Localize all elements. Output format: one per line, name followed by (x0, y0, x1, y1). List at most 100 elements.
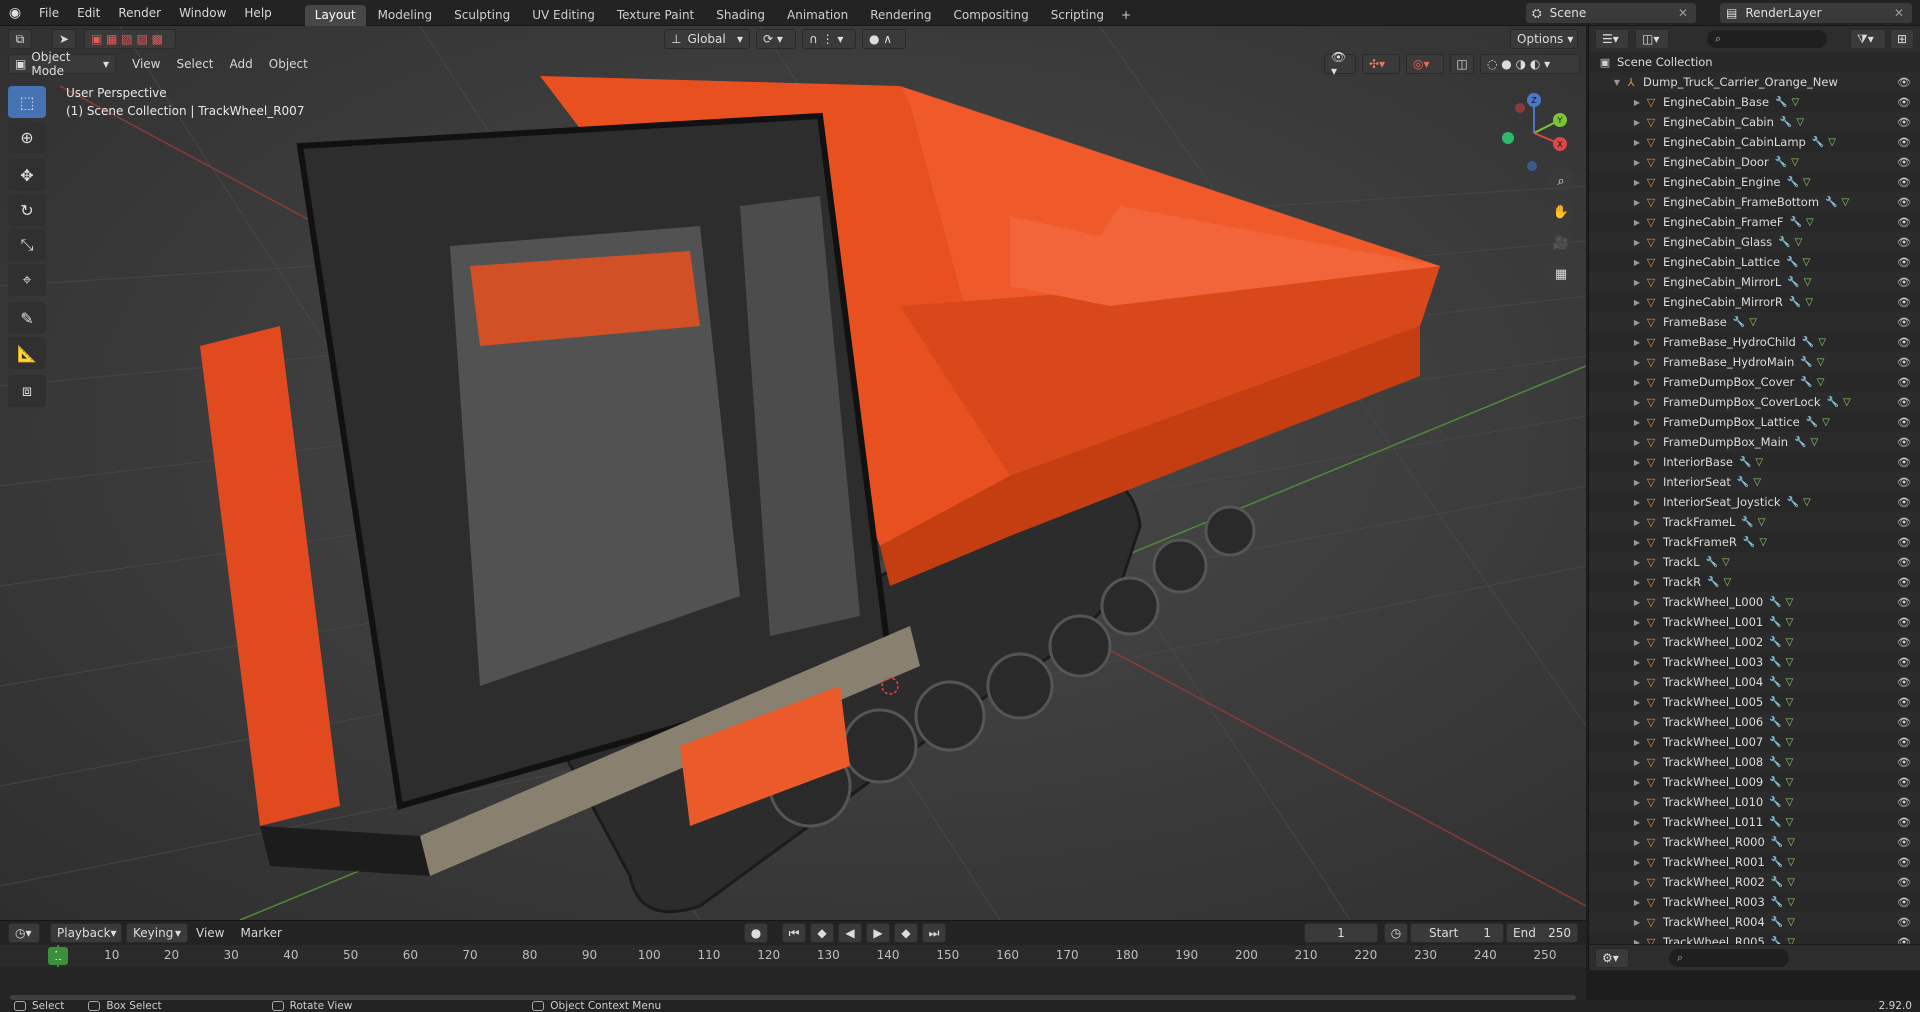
expand-arrow-icon[interactable]: ▶ (1631, 538, 1643, 547)
modifier-wrench-icon[interactable]: 🔧 (1806, 417, 1818, 428)
mesh-data-icon[interactable]: ▽ (1818, 337, 1826, 348)
expand-arrow-icon[interactable]: ▶ (1631, 378, 1643, 387)
add-cube-tool[interactable]: ⧈ (8, 375, 46, 407)
play-reverse-button[interactable]: ◀ (837, 923, 862, 943)
modifier-wrench-icon[interactable]: 🔧 (1771, 877, 1783, 888)
next-key-button[interactable]: ◆ (893, 923, 918, 943)
mesh-data-icon[interactable]: ▽ (1795, 237, 1803, 248)
eye-icon[interactable]: 👁 (1897, 156, 1911, 169)
move-tool[interactable]: ✥ (8, 159, 46, 191)
tree-collection[interactable]: ▼ ⅄ Dump_Truck_Carrier_Orange_New 👁 (1589, 72, 1920, 92)
proportional-edit[interactable]: ● ∧ (862, 29, 906, 49)
overlay-toggle[interactable]: ◎▾ (1406, 54, 1444, 74)
eye-icon[interactable]: 👁 (1897, 376, 1911, 389)
outliner-item[interactable]: ▶ ▽ TrackWheel_R001 🔧 ▽ 👁 (1589, 852, 1920, 872)
display-mode-dropdown[interactable]: ◫▾ (1635, 29, 1669, 49)
modifier-wrench-icon[interactable]: 🔧 (1741, 517, 1753, 528)
outliner-item[interactable]: ▶ ▽ EngineCabin_Door 🔧 ▽ 👁 (1589, 152, 1920, 172)
pan-view-button[interactable]: ✋ (1548, 199, 1574, 225)
modifier-wrench-icon[interactable]: 🔧 (1771, 917, 1783, 928)
outliner-item[interactable]: ▶ ▽ TrackWheel_R002 🔧 ▽ 👁 (1589, 872, 1920, 892)
modifier-wrench-icon[interactable]: 🔧 (1771, 837, 1783, 848)
tab-sculpting[interactable]: Sculpting (444, 5, 520, 26)
3d-viewport[interactable]: ⧉ ➤ ▣ ▦ ▧ ▨ ▩ ⊥ Global ▾ ⟳ ▾ ∩ ⋮ ▾ ● ∧ O… (0, 26, 1586, 920)
prev-key-button[interactable]: ◆ (809, 923, 834, 943)
expand-arrow-icon[interactable]: ▶ (1631, 698, 1643, 707)
timeline-ruler[interactable]: 1 10203040506070809010011012013014015016… (0, 945, 1586, 967)
close-icon[interactable]: ✕ (1894, 6, 1904, 20)
expand-arrow-icon[interactable]: ▶ (1631, 258, 1643, 267)
transform-orientation-dropdown[interactable]: ⊥ Global ▾ (664, 29, 750, 49)
outliner-item[interactable]: ▶ ▽ EngineCabin_Lattice 🔧 ▽ 👁 (1589, 252, 1920, 272)
outliner-item[interactable]: ▶ ▽ TrackWheel_R003 🔧 ▽ 👁 (1589, 892, 1920, 912)
outliner-item[interactable]: ▶ ▽ EngineCabin_Base 🔧 ▽ 👁 (1589, 92, 1920, 112)
expand-arrow-icon[interactable]: ▶ (1631, 198, 1643, 207)
modifier-wrench-icon[interactable]: 🔧 (1769, 757, 1781, 768)
properties-editor-type[interactable]: ⚙▾ (1595, 947, 1629, 968)
mesh-data-icon[interactable]: ▽ (1786, 617, 1794, 628)
tab-animation[interactable]: Animation (777, 5, 858, 26)
shading-mode-buttons[interactable]: ◌ ● ◑ ◐ ▾ (1480, 54, 1580, 74)
mesh-data-icon[interactable]: ▽ (1803, 177, 1811, 188)
expand-arrow-icon[interactable]: ▶ (1631, 218, 1643, 227)
mesh-data-icon[interactable]: ▽ (1817, 377, 1825, 388)
expand-arrow-icon[interactable]: ▶ (1631, 578, 1643, 587)
outliner-item[interactable]: ▶ ▽ FrameBase 🔧 ▽ 👁 (1589, 312, 1920, 332)
eye-icon[interactable]: 👁 (1897, 536, 1911, 549)
mesh-data-icon[interactable]: ▽ (1786, 637, 1794, 648)
measure-tool[interactable]: 📐 (8, 337, 46, 369)
eye-icon[interactable]: 👁 (1897, 356, 1911, 369)
outliner-item[interactable]: ▶ ▽ TrackWheel_L011 🔧 ▽ 👁 (1589, 812, 1920, 832)
snap-dropdown[interactable]: ∩ ⋮ ▾ (802, 29, 856, 49)
eye-icon[interactable]: 👁 (1897, 436, 1911, 449)
expand-arrow-icon[interactable]: ▶ (1631, 298, 1643, 307)
scene-selector[interactable]: ⛭ Scene ✕ (1526, 3, 1696, 23)
expand-arrow-icon[interactable]: ▶ (1631, 338, 1643, 347)
mesh-data-icon[interactable]: ▽ (1805, 297, 1813, 308)
selection-mode-group[interactable]: ▣ ▦ ▧ ▨ ▩ (84, 29, 176, 49)
menu-render[interactable]: Render (109, 0, 170, 26)
expand-arrow-icon[interactable]: ▶ (1631, 758, 1643, 767)
modifier-wrench-icon[interactable]: 🔧 (1769, 677, 1781, 688)
mesh-data-icon[interactable]: ▽ (1796, 117, 1804, 128)
outliner-item[interactable]: ▶ ▽ TrackFrameL 🔧 ▽ 👁 (1589, 512, 1920, 532)
outliner-item[interactable]: ▶ ▽ FrameDumpBox_CoverLock 🔧 ▽ 👁 (1589, 392, 1920, 412)
eye-icon[interactable]: 👁 (1897, 516, 1911, 529)
eye-icon[interactable]: 👁 (1897, 676, 1911, 689)
menu-help[interactable]: Help (235, 0, 280, 26)
outliner-editor-type[interactable]: ☰▾ (1595, 29, 1629, 49)
transform-tool[interactable]: ⌖ (8, 264, 46, 296)
cursor-tool[interactable]: ⊕ (8, 121, 46, 153)
expand-arrow-icon[interactable]: ▶ (1631, 158, 1643, 167)
timeline-menu-marker[interactable]: Marker (232, 926, 289, 940)
properties-search-input[interactable]: ⌕ (1669, 948, 1789, 967)
eye-icon[interactable]: 👁 (1897, 476, 1911, 489)
mesh-data-icon[interactable]: ▽ (1786, 717, 1794, 728)
expand-arrow-icon[interactable]: ▶ (1631, 678, 1643, 687)
expand-arrow-icon[interactable]: ▶ (1631, 398, 1643, 407)
mesh-data-icon[interactable]: ▽ (1822, 417, 1830, 428)
expand-arrow-icon[interactable]: ▶ (1631, 98, 1643, 107)
select-box-tool[interactable]: ⬚ (8, 86, 46, 118)
annotate-tool[interactable]: ✎ (8, 302, 46, 334)
modifier-wrench-icon[interactable]: 🔧 (1789, 217, 1801, 228)
mesh-data-icon[interactable]: ▽ (1791, 97, 1799, 108)
modifier-wrench-icon[interactable]: 🔧 (1769, 817, 1781, 828)
modifier-wrench-icon[interactable]: 🔧 (1771, 857, 1783, 868)
modifier-wrench-icon[interactable]: 🔧 (1800, 357, 1812, 368)
eye-icon[interactable]: 👁 (1897, 216, 1911, 229)
menu-select[interactable]: Select (168, 57, 221, 71)
outliner-search-input[interactable]: ⌕ (1707, 30, 1827, 48)
modifier-wrench-icon[interactable]: 🔧 (1769, 597, 1781, 608)
eye-icon[interactable]: 👁 (1897, 896, 1911, 909)
jump-end-button[interactable]: ⏭ (921, 923, 946, 943)
expand-arrow-icon[interactable]: ▶ (1631, 438, 1643, 447)
modifier-wrench-icon[interactable]: 🔧 (1706, 557, 1718, 568)
eye-icon[interactable]: 👁 (1897, 656, 1911, 669)
add-workspace-button[interactable]: + (1116, 5, 1136, 26)
outliner-item[interactable]: ▶ ▽ TrackWheel_L005 🔧 ▽ 👁 (1589, 692, 1920, 712)
outliner-item[interactable]: ▶ ▽ EngineCabin_Cabin 🔧 ▽ 👁 (1589, 112, 1920, 132)
modifier-wrench-icon[interactable]: 🔧 (1769, 777, 1781, 788)
eye-icon[interactable]: 👁 (1897, 256, 1911, 269)
modifier-wrench-icon[interactable]: 🔧 (1739, 457, 1751, 468)
